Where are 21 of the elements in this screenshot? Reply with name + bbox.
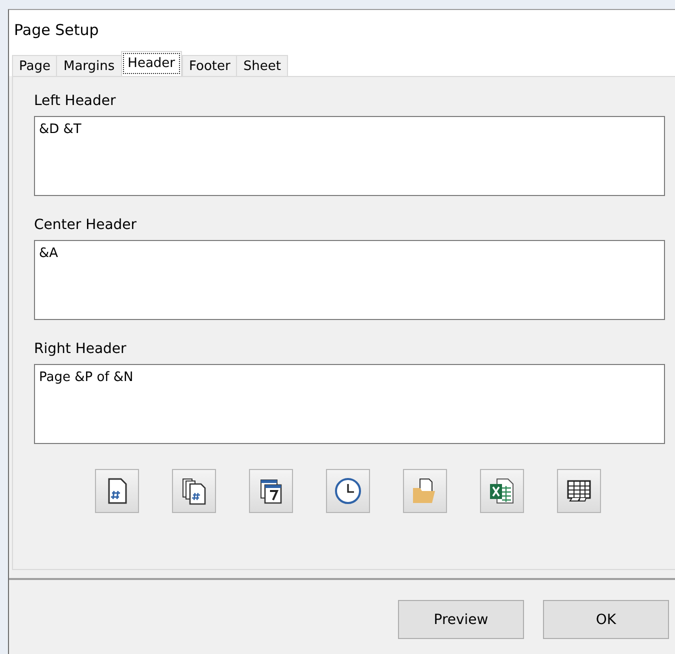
tab[interactable]: Header <box>120 51 182 76</box>
ok-button[interactable]: OK <box>543 600 669 639</box>
insert-button[interactable] <box>557 469 601 513</box>
header-field[interactable]: &A <box>34 240 665 320</box>
header-field[interactable]: Page &P of &N <box>34 364 665 444</box>
insert-button[interactable] <box>95 469 139 513</box>
field-label: Right Header <box>34 341 126 357</box>
preview-button[interactable]: Preview <box>398 600 524 639</box>
field-label: Center Header <box>34 217 137 233</box>
insert-button[interactable] <box>172 469 216 513</box>
tab[interactable]: Margins <box>56 55 122 76</box>
tab[interactable]: Page <box>12 55 58 76</box>
tab[interactable]: Footer <box>182 55 238 76</box>
window-title: Page Setup <box>14 21 99 39</box>
insert-button[interactable] <box>480 469 524 513</box>
field-label: Left Header <box>34 93 116 109</box>
insert-button[interactable] <box>249 469 293 513</box>
header-field[interactable]: &D &T <box>34 116 665 196</box>
clock-icon <box>333 476 363 506</box>
insert-button[interactable] <box>326 469 370 513</box>
tab[interactable]: Sheet <box>236 55 288 76</box>
